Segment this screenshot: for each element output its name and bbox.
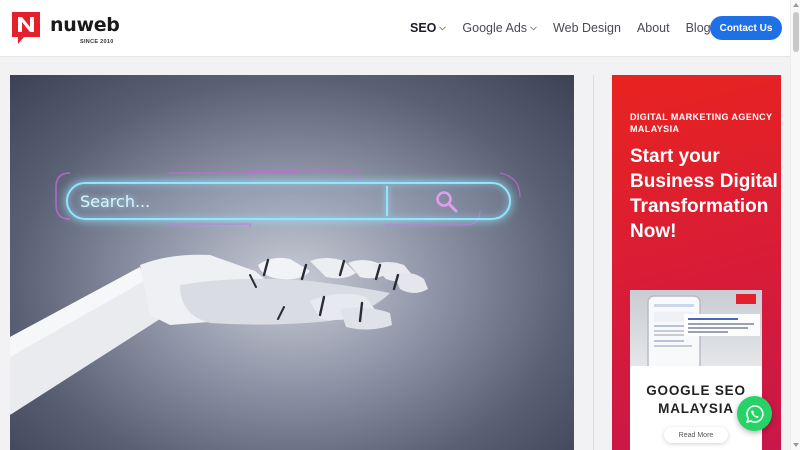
phone-mockup-illustration [647,294,760,366]
search-divider [386,186,388,216]
search-placeholder-text: Search... [80,192,151,211]
brand-since: SINCE 2010 [80,39,114,45]
chevron-down-icon [530,25,537,32]
page-scrollbar[interactable] [790,0,800,450]
chevron-down-icon [439,25,447,32]
scroll-down-icon[interactable] [793,442,799,448]
nav-item-label: Web Design [553,21,621,35]
ad-headline: Start your Business Digital Transformati… [630,146,778,242]
sidebar-ad-banner[interactable]: DIGITAL MARKETING AGENCY MALAYSIA Start … [612,75,781,450]
sidebar-divider [593,75,594,450]
nav-item-label: Google Ads [462,21,528,35]
contact-us-button[interactable]: Contact Us [710,16,782,40]
logo-mark-icon [12,12,40,44]
scroll-thumb[interactable] [793,12,799,52]
site-header: nuweb SINCE 2010 SEO Google Ads Web Desi… [0,0,790,57]
nav-item-about[interactable]: About [637,21,670,35]
neon-search-bar: Search... [66,182,511,220]
hero-image: Search... [10,75,574,450]
nav-item-web-design[interactable]: Web Design [553,21,621,35]
main-nav: SEO Google Ads Web Design About Blog [410,21,737,35]
ad-phone-photo [630,290,762,366]
whatsapp-icon [745,404,764,423]
brand-name: nuweb [50,14,120,36]
nav-item-google-ads[interactable]: Google Ads [462,21,537,35]
read-more-button[interactable]: Read More [664,427,728,443]
ad-kicker: DIGITAL MARKETING AGENCY MALAYSIA [630,112,773,134]
nav-item-label: SEO [410,21,437,35]
robot-hand-illustration [10,170,521,415]
nav-item-label: About [636,21,670,35]
scroll-up-icon[interactable] [793,2,799,8]
magnifier-icon [436,191,458,213]
nav-item-label: Blog [685,21,711,35]
whatsapp-chat-button[interactable] [737,396,772,431]
nav-item-seo[interactable]: SEO [410,21,447,35]
brand-logo[interactable]: nuweb SINCE 2010 [10,10,122,48]
